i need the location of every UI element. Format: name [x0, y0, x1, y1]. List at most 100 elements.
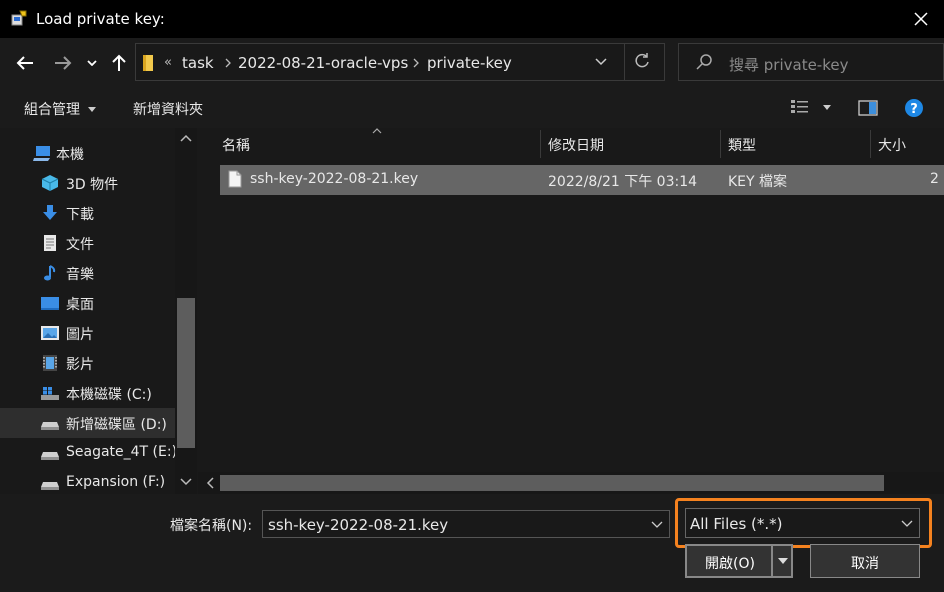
view-options-button[interactable]: [790, 99, 831, 119]
recent-locations-button[interactable]: [82, 50, 102, 76]
up-button[interactable]: [106, 50, 132, 76]
refresh-icon[interactable]: [633, 52, 651, 70]
videos-icon: [43, 355, 57, 371]
sidebar-item-label: 本機磁碟 (C:): [66, 387, 152, 403]
sidebar-item-label: 圖片: [66, 327, 94, 343]
search-icon: [696, 54, 712, 70]
search-placeholder: 搜尋 private-key: [729, 56, 849, 74]
preview-pane-icon: [858, 100, 878, 116]
address-bar[interactable]: « task 2022-08-21-oracle-vps private-key: [135, 43, 665, 81]
sidebar-item-label: 新增磁碟區 (D:): [66, 417, 167, 433]
split-divider: [771, 546, 773, 576]
sidebar-item-label: 桌面: [66, 297, 94, 313]
sidebar-item-drive-e[interactable]: Seagate_4T (E:): [0, 438, 178, 468]
sidebar-item-documents[interactable]: 文件: [0, 228, 175, 258]
navigation-bar: « task 2022-08-21-oracle-vps private-key…: [0, 38, 944, 88]
sidebar-item-videos[interactable]: 影片: [0, 348, 175, 378]
cancel-button[interactable]: 取消: [810, 544, 920, 578]
help-button[interactable]: ?: [904, 98, 924, 122]
chevron-down-icon: [87, 60, 97, 66]
breadcrumb-overflow[interactable]: «: [164, 55, 172, 70]
caret-down-icon: [823, 105, 831, 110]
caret-down-icon[interactable]: [778, 557, 788, 565]
drive-icon: [41, 452, 59, 460]
divider: [624, 44, 625, 80]
arrow-left-icon: [16, 56, 33, 70]
window-title: Load private key:: [36, 10, 165, 28]
command-bar: 組合管理 新增資料夾 ?: [0, 88, 944, 128]
column-header-name[interactable]: 名稱: [214, 128, 540, 158]
sidebar-scrollbar[interactable]: [175, 128, 197, 494]
sidebar-item-music[interactable]: 音樂: [0, 258, 175, 288]
file-type-filter-value: All Files (*.*): [690, 515, 783, 533]
organize-menu[interactable]: 組合管理: [24, 99, 97, 119]
sidebar-item-desktop[interactable]: 桌面: [0, 288, 175, 318]
cancel-button-label: 取消: [851, 556, 879, 572]
table-row[interactable]: ssh-key-2022-08-21.key 2022/8/21 下午 03:1…: [220, 165, 944, 195]
sidebar-item-label: Seagate_4T (E:): [66, 444, 178, 460]
navigation-pane: 本機 3D 物件 下載 文件 音樂 桌面 圖片 影片 本機磁碟 (C:) 新增磁…: [0, 128, 198, 494]
svg-text:?: ?: [910, 102, 918, 117]
chevron-down-icon[interactable]: [179, 474, 193, 488]
caret-down-icon: [88, 107, 97, 112]
documents-icon: [44, 235, 56, 251]
column-header-label: 大小: [878, 138, 906, 154]
preview-pane-button[interactable]: [858, 100, 878, 120]
sidebar-item-label: 本機: [56, 147, 84, 163]
title-bar: Load private key:: [0, 0, 944, 38]
windows-drive-icon: [41, 387, 59, 400]
new-folder-button[interactable]: 新增資料夾: [133, 99, 203, 119]
column-header-label: 名稱: [222, 138, 250, 154]
arrow-right-icon: [55, 56, 72, 70]
sidebar-item-drive-d[interactable]: 新增磁碟區 (D:): [0, 408, 175, 438]
sidebar-item-label: 下載: [66, 207, 94, 223]
chevron-down-icon[interactable]: [594, 54, 608, 68]
column-header-label: 類型: [728, 138, 756, 154]
back-button[interactable]: [12, 50, 38, 76]
breadcrumb-oracle-vps[interactable]: 2022-08-21-oracle-vps: [238, 54, 408, 72]
chevron-down-icon: [901, 520, 913, 527]
chevron-up-icon[interactable]: [179, 132, 193, 146]
chevron-left-icon[interactable]: [204, 476, 218, 490]
column-header-type[interactable]: 類型: [720, 128, 870, 158]
chevron-right-icon[interactable]: [413, 58, 419, 68]
desktop-icon: [41, 297, 59, 310]
column-header-label: 修改日期: [548, 138, 604, 154]
sidebar-item-this-pc[interactable]: 本機: [0, 138, 175, 168]
column-header-size[interactable]: 大小: [870, 128, 944, 158]
3d-objects-icon: [41, 175, 59, 191]
file-icon: [228, 170, 242, 188]
scrollbar-thumb[interactable]: [220, 475, 884, 491]
file-name: ssh-key-2022-08-21.key: [250, 171, 419, 187]
computer-icon: [33, 146, 50, 161]
sidebar-item-label: Expansion (F:): [66, 474, 166, 490]
sidebar-item-label: 影片: [66, 357, 94, 373]
scrollbar-thumb[interactable]: [177, 298, 195, 448]
breadcrumb-task[interactable]: task: [182, 54, 214, 72]
file-list-horizontal-scrollbar[interactable]: [198, 472, 944, 494]
sidebar-item-3d-objects[interactable]: 3D 物件: [0, 168, 175, 198]
close-icon: [914, 12, 928, 26]
arrow-up-icon: [112, 54, 126, 71]
file-type: KEY 檔案: [728, 174, 788, 190]
close-button[interactable]: [898, 0, 944, 38]
file-modified: 2022/8/21 下午 03:14: [548, 174, 698, 190]
open-button-label: 開啟(O): [705, 556, 755, 572]
sidebar-item-drive-c[interactable]: 本機磁碟 (C:): [0, 378, 175, 408]
chevron-down-icon[interactable]: [651, 518, 663, 530]
drive-icon: [41, 422, 59, 430]
details-view-icon: [791, 100, 808, 113]
search-input[interactable]: 搜尋 private-key: [678, 43, 944, 81]
drive-icon: [41, 482, 59, 490]
file-size: 2: [930, 171, 939, 187]
chevron-right-icon[interactable]: [225, 58, 231, 68]
sidebar-item-pictures[interactable]: 圖片: [0, 318, 175, 348]
filename-input[interactable]: ssh-key-2022-08-21.key: [262, 510, 670, 538]
organize-label: 組合管理: [24, 102, 80, 118]
column-header-modified[interactable]: 修改日期: [540, 128, 720, 158]
sidebar-item-downloads[interactable]: 下載: [0, 198, 175, 228]
forward-button[interactable]: [50, 50, 76, 76]
open-button[interactable]: 開啟(O): [685, 544, 793, 578]
file-type-filter-select[interactable]: All Files (*.*): [685, 508, 920, 538]
breadcrumb-private-key[interactable]: private-key: [427, 54, 512, 72]
